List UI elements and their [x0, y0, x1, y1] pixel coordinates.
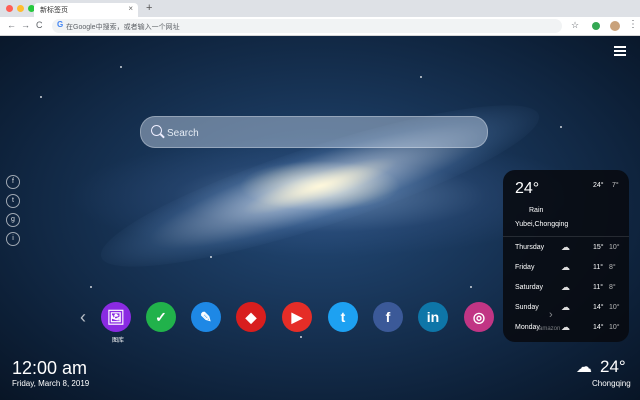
search-input[interactable] — [165, 123, 469, 143]
weather-source: amazon — [539, 326, 561, 332]
forecast-low: 10° — [609, 244, 620, 251]
forecast-low: 8° — [609, 284, 616, 291]
forecast-row: Thursday ☁ 15° 10° — [515, 242, 625, 256]
reload-icon[interactable]: C — [36, 20, 43, 31]
twitter-share-icon[interactable]: t — [6, 194, 20, 208]
google-icon: G — [57, 20, 64, 29]
cloud-icon: ☁ — [561, 262, 570, 272]
omnibox[interactable]: G 在Google中搜索，或者输入一个网址 — [52, 19, 562, 33]
close-window-button[interactable] — [6, 5, 13, 12]
weather-high: 24° — [593, 182, 604, 189]
gallery-app-icon[interactable]: 🖼 — [101, 302, 131, 332]
cloud-icon: ☁ — [561, 242, 570, 252]
forecast-day: Thursday — [515, 244, 545, 251]
clock-date: Friday, March 8, 2019 — [12, 379, 90, 388]
tab-bar: 新标签页 × + — [0, 0, 640, 17]
bookmark-star-icon[interactable]: ☆ — [571, 20, 579, 31]
forecast-day: Friday — [515, 264, 535, 271]
info-icon[interactable]: i — [6, 232, 20, 246]
dock-prev-button[interactable]: ‹ — [80, 308, 86, 326]
divider — [503, 236, 629, 237]
weather-current-temp: 24° — [515, 180, 540, 197]
forecast-high: 11° — [593, 284, 604, 291]
forecast-low: 10° — [609, 304, 620, 311]
forward-icon[interactable]: → — [21, 20, 30, 31]
tab-title: 新标签页 — [40, 7, 68, 14]
instagram-icon[interactable]: ◎ — [464, 302, 494, 332]
toolbar: ← → C G 在Google中搜索，或者输入一个网址 ☆ ⋮ — [0, 17, 640, 36]
tab-close-icon[interactable]: × — [128, 4, 133, 13]
forecast-high: 11° — [593, 264, 604, 271]
star — [210, 256, 212, 258]
forecast-row: Saturday ☁ 11° 8° — [515, 282, 625, 296]
facebook-icon[interactable]: f — [373, 302, 403, 332]
forecast-row: Sunday ☁ 14° 10° — [515, 302, 625, 316]
youtube-icon[interactable]: ▶ — [282, 302, 312, 332]
star — [300, 336, 302, 338]
forecast-day: Saturday — [515, 284, 544, 291]
weather-widget-city: Chongqing — [592, 379, 631, 388]
linkedin-icon[interactable]: in — [418, 302, 448, 332]
browser-menu-icon[interactable]: ⋮ — [628, 19, 638, 31]
forecast-row: Friday ☁ 11° 8° — [515, 262, 625, 276]
weather-location: Yubei,Chongqing — [515, 221, 569, 228]
forecast-high: 14° — [593, 304, 604, 311]
forecast-high: 15° — [593, 244, 604, 251]
cloud-icon: ☁ — [561, 322, 570, 332]
star — [420, 76, 422, 78]
new-tab-button[interactable]: + — [146, 2, 152, 14]
notes-app-icon[interactable]: ✎ — [191, 302, 221, 332]
forecast-low: 8° — [609, 264, 616, 271]
omnibox-placeholder: 在Google中搜索，或者输入一个网址 — [66, 24, 180, 31]
forecast-day: Sunday — [515, 304, 539, 311]
twitter-icon[interactable]: t — [328, 302, 358, 332]
facebook-share-icon[interactable]: f — [6, 175, 20, 189]
cloud-icon: ☁ — [561, 282, 570, 292]
forecast-low: 10° — [609, 324, 620, 331]
back-icon[interactable]: ← — [7, 20, 16, 31]
star — [40, 96, 42, 98]
star — [560, 126, 562, 128]
star — [120, 66, 122, 68]
search-icon — [151, 125, 162, 136]
star — [90, 286, 92, 288]
profile-avatar[interactable] — [610, 21, 620, 31]
forecast-row: Monday ☁ 14° 10° — [515, 322, 625, 336]
minimize-window-button[interactable] — [17, 5, 24, 12]
hamburger-menu-icon[interactable] — [614, 46, 626, 56]
weather-low: 7° — [612, 182, 619, 189]
cloud-icon: ☁ — [561, 302, 570, 312]
forecast-high: 14° — [593, 324, 604, 331]
forecast-day: Monday — [515, 324, 540, 331]
search-bar[interactable] — [140, 116, 488, 148]
active-tab[interactable]: 新标签页 × — [34, 3, 138, 17]
weather-condition: Rain — [529, 207, 544, 214]
extension-icon[interactable] — [592, 22, 600, 30]
google-share-icon[interactable]: g — [6, 213, 20, 227]
dock-next-button[interactable]: › — [549, 309, 553, 321]
star — [470, 286, 472, 288]
cloud-icon: ☁ — [576, 359, 592, 376]
game-app-icon[interactable]: ◆ — [236, 302, 266, 332]
gallery-app-label: 图库 — [111, 338, 124, 344]
check-app-icon[interactable]: ✓ — [146, 302, 176, 332]
social-sidebar: f t g i — [6, 175, 20, 246]
clock-time: 12:00 am — [12, 358, 88, 378]
weather-widget-temp[interactable]: 24° — [600, 357, 626, 377]
weather-panel: 24° 24° 7° Rain Yubei,Chongqing Thursday… — [503, 170, 629, 342]
galaxy-image — [88, 76, 552, 296]
window-controls — [6, 5, 35, 12]
